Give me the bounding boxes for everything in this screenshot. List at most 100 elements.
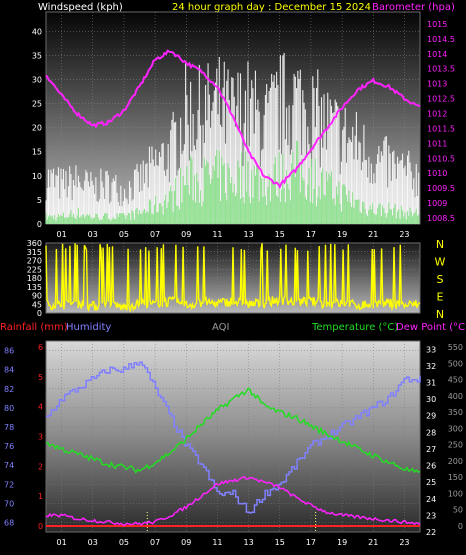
temperature-tick-label: 22	[426, 528, 436, 537]
x-tick-label: 21	[368, 230, 378, 239]
rainfall-label: Rainfall (mm)	[0, 322, 68, 333]
compass-label: S	[437, 273, 444, 286]
windspeed-tick-label: 25	[32, 100, 42, 109]
temperature-tick-label: 33	[426, 345, 436, 354]
compass-label: N	[436, 308, 444, 321]
aqi-axis: 0 50 100 150 200 250 300 350 400 450 500 550	[448, 343, 463, 531]
barometer-tick-label: 1014.5	[427, 35, 455, 44]
temperature-tick-label: 25	[426, 478, 436, 487]
x-tick-label: 09	[181, 538, 191, 547]
humidity-axis: 68 70 72 74 76 78 80 82 84 86	[4, 347, 14, 528]
barometer-tick-label: 1012	[427, 110, 447, 119]
aqi-tick-label: 350	[448, 408, 463, 417]
windspeed-tick-label: 20	[32, 124, 42, 133]
compass-label: E	[437, 291, 444, 304]
barometer-label: Barometer (hpa)	[372, 2, 455, 13]
barometer-axis: 1008.5 1009 1009.5 1010 1010.5 1011 1011.5 1012…	[427, 20, 455, 223]
humidity-tick-label: 86	[4, 347, 14, 356]
x-tick-label: 11	[212, 230, 222, 239]
x-tick-label: 11	[212, 538, 222, 547]
humidity-tick-label: 82	[4, 385, 14, 394]
direction-tick-label: 270	[27, 257, 42, 266]
rainfall-tick-label: 6	[38, 343, 43, 352]
barometer-tick-label: 1013	[427, 80, 447, 89]
direction-tick-label: 360	[27, 239, 42, 248]
temperature-tick-label: 28	[426, 428, 436, 437]
temperature-axis: 22 23 24 25 26 27 28 29 30 31 32 33	[426, 345, 436, 537]
x-tick-label: 23	[399, 538, 409, 547]
direction-tick-label: 315	[27, 248, 42, 257]
humidity-tick-label: 78	[4, 423, 14, 432]
barometer-tick-label: 1010	[427, 169, 447, 178]
direction-tick-label: 135	[27, 283, 42, 292]
x-tick-label: 09	[181, 230, 191, 239]
windspeed-tick-label: 35	[32, 51, 42, 60]
temperature-tick-label: 30	[426, 395, 436, 404]
direction-tick-label: 180	[27, 274, 42, 283]
aqi-tick-label: 250	[448, 441, 463, 450]
x-tick-label: 17	[306, 538, 316, 547]
x-tick-label: 13	[243, 230, 253, 239]
aqi-tick-label: 300	[448, 424, 463, 433]
humidity-tick-label: 70	[4, 499, 14, 508]
windspeed-tick-label: 0	[37, 220, 42, 229]
compass-labels: NWSEN	[435, 238, 446, 321]
barometer-tick-label: 1011	[427, 139, 447, 148]
aqi-tick-label: 450	[448, 376, 463, 385]
temperature-tick-label: 32	[426, 362, 436, 371]
aqi-tick-label: 0	[458, 522, 463, 531]
dewpoint-label: Dew Point (°C)	[396, 322, 466, 333]
temperature-tick-label: 24	[426, 495, 436, 504]
x-tick-label: 05	[119, 538, 129, 547]
temperature-tick-label: 23	[426, 511, 436, 520]
x-tick-label: 07	[150, 538, 160, 547]
direction-tick-label: 45	[32, 300, 42, 309]
temperature-hour-axis: 01 03 05 07 09 11 13 15 17 19 21 23	[56, 538, 409, 547]
barometer-tick-label: 1015	[427, 20, 447, 29]
x-tick-label: 23	[399, 230, 409, 239]
humidity-label: Humidity	[66, 322, 111, 333]
direction-tick-label: 0	[37, 309, 42, 318]
windspeed-label: Windspeed (kph)	[38, 2, 123, 13]
windspeed-tick-label: 15	[32, 148, 42, 157]
windspeed-tick-label: 10	[32, 172, 42, 181]
barometer-tick-label: 1012.5	[427, 95, 455, 104]
chart-title: 24 hour graph day : December 15 2024	[172, 2, 371, 13]
humidity-tick-label: 68	[4, 518, 14, 527]
aqi-tick-label: 100	[448, 489, 463, 498]
temperature-tick-label: 26	[426, 462, 436, 471]
aqi-tick-label: 500	[448, 359, 463, 368]
windspeed-tick-label: 40	[32, 27, 42, 36]
barometer-tick-label: 1013.5	[427, 65, 455, 74]
windspeed-axis: 0 5 10 15 20 25 30 35 40	[32, 27, 42, 229]
x-tick-label: 19	[337, 538, 347, 547]
barometer-tick-label: 1009	[427, 199, 447, 208]
temperature-label: Temperature (°C)	[311, 322, 398, 333]
windspeed-tick-label: 5	[37, 196, 42, 205]
direction-tick-label: 90	[32, 292, 42, 301]
direction-axis: 04590135180225270315360	[27, 239, 42, 318]
humidity-tick-label: 80	[4, 404, 14, 413]
x-tick-label: 19	[337, 230, 347, 239]
rainfall-tick-label: 0	[38, 522, 43, 531]
humidity-tick-label: 84	[4, 366, 14, 375]
x-tick-label: 03	[88, 230, 98, 239]
direction-tick-label: 225	[27, 265, 42, 274]
temperature-tick-label: 31	[426, 379, 436, 388]
weather-graph: Windspeed (kph) 24 hour graph day : Dece…	[0, 2, 466, 547]
x-tick-label: 13	[243, 538, 253, 547]
rainfall-tick-label: 5	[38, 373, 43, 382]
rainfall-tick-label: 4	[38, 403, 43, 412]
x-tick-label: 15	[275, 538, 285, 547]
x-tick-label: 01	[56, 538, 66, 547]
humidity-tick-label: 76	[4, 442, 14, 451]
x-tick-label: 05	[119, 230, 129, 239]
x-tick-label: 07	[150, 230, 160, 239]
humidity-tick-label: 72	[4, 480, 14, 489]
x-tick-label: 21	[368, 538, 378, 547]
x-tick-label: 01	[56, 230, 66, 239]
x-tick-label: 15	[275, 230, 285, 239]
barometer-tick-label: 1010.5	[427, 154, 455, 163]
humidity-tick-label: 74	[4, 461, 14, 470]
rainfall-axis: 0 1 2 3 4 5 6	[38, 343, 43, 531]
